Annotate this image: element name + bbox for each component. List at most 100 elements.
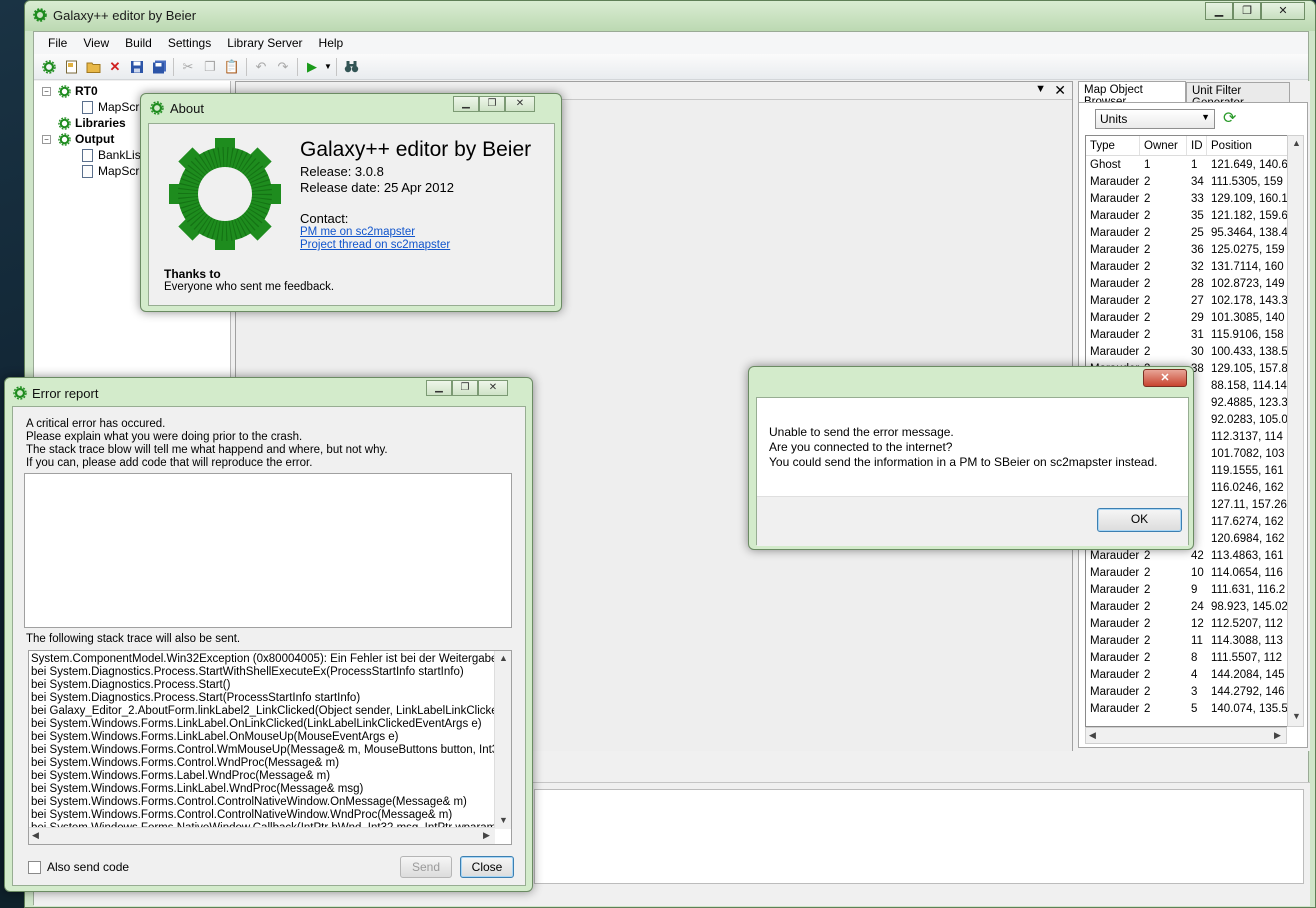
- new-file-icon[interactable]: [60, 56, 82, 78]
- menu-settings[interactable]: Settings: [160, 32, 219, 54]
- run-dropdown-icon[interactable]: ▼: [323, 56, 333, 78]
- project-thread-link[interactable]: Project thread on sc2mapster: [300, 239, 450, 251]
- column-id[interactable]: ID: [1187, 136, 1207, 155]
- tree-node-rt0[interactable]: − RT0: [42, 83, 98, 99]
- error-intro-line: If you can, please add code that will re…: [26, 457, 313, 469]
- cell-position: 120.6984, 162: [1211, 533, 1285, 545]
- cell-position: 115.9106, 158: [1211, 329, 1284, 341]
- menu-view[interactable]: View: [75, 32, 117, 54]
- table-row[interactable]: Marauder 2 34 111.5305, 159: [1086, 174, 1292, 191]
- scroll-right-icon[interactable]: ▶: [483, 830, 490, 841]
- maximize-button[interactable]: ❐: [479, 96, 505, 112]
- table-row[interactable]: Marauder 2 42 113.4863, 161: [1086, 548, 1292, 565]
- menu-library-server[interactable]: Library Server: [219, 32, 310, 54]
- scroll-left-icon[interactable]: ◀: [32, 830, 39, 841]
- table-row[interactable]: Marauder 2 25 95.3464, 138.4: [1086, 225, 1292, 242]
- close-button[interactable]: ✕: [1143, 369, 1187, 387]
- stack-trace-horizontal-scrollbar[interactable]: ◀ ▶: [29, 827, 495, 844]
- gear-icon: [13, 386, 27, 400]
- cell-id: 34: [1191, 176, 1204, 188]
- minimize-button[interactable]: ▁: [453, 96, 479, 112]
- maximize-button[interactable]: ❐: [1233, 2, 1261, 20]
- table-row[interactable]: Marauder 2 31 115.9106, 158: [1086, 327, 1292, 344]
- table-row[interactable]: Marauder 2 32 131.7114, 160: [1086, 259, 1292, 276]
- table-row[interactable]: Marauder 2 36 125.0275, 159: [1086, 242, 1292, 259]
- minimize-button[interactable]: ▁: [426, 380, 452, 396]
- scroll-down-icon[interactable]: ▼: [1292, 711, 1301, 721]
- menu-file[interactable]: File: [40, 32, 75, 54]
- tree-node-output[interactable]: − Output: [42, 131, 114, 147]
- also-send-code-checkbox[interactable]: [28, 860, 41, 874]
- copy-icon[interactable]: ❐: [199, 56, 221, 78]
- table-row[interactable]: Marauder 2 35 121.182, 159.6: [1086, 208, 1292, 225]
- close-dialog-button[interactable]: Close: [460, 856, 514, 878]
- column-type[interactable]: Type: [1086, 136, 1140, 155]
- table-row[interactable]: Ghost 1 1 121.649, 140.6: [1086, 157, 1292, 174]
- scroll-left-icon[interactable]: ◀: [1089, 730, 1096, 741]
- table-row[interactable]: Marauder 2 24 98.923, 145.02: [1086, 599, 1292, 616]
- paste-icon[interactable]: 📋: [221, 56, 243, 78]
- column-position[interactable]: Position: [1207, 136, 1292, 155]
- run-icon[interactable]: ▶: [301, 56, 323, 78]
- menu-help[interactable]: Help: [311, 32, 352, 54]
- document-list-icon[interactable]: ▼: [1035, 83, 1046, 95]
- close-button[interactable]: ✕: [505, 96, 535, 112]
- collapse-icon[interactable]: −: [42, 134, 51, 144]
- table-row[interactable]: Marauder 2 12 112.5207, 112: [1086, 616, 1292, 633]
- table-row[interactable]: Marauder 2 4 144.2084, 145: [1086, 667, 1292, 684]
- table-row[interactable]: Marauder 2 27 102.178, 143.3: [1086, 293, 1292, 310]
- close-button[interactable]: ✕: [478, 380, 508, 396]
- column-owner[interactable]: Owner: [1140, 136, 1187, 155]
- object-type-select[interactable]: Units ▼: [1095, 109, 1215, 129]
- cut-icon[interactable]: ✂: [177, 56, 199, 78]
- table-row[interactable]: Marauder 2 5 140.074, 135.5: [1086, 701, 1292, 717]
- send-button[interactable]: Send: [400, 856, 452, 878]
- table-row[interactable]: Marauder 2 29 101.3085, 140: [1086, 310, 1292, 327]
- scroll-right-icon[interactable]: ▶: [1274, 730, 1281, 741]
- close-button[interactable]: ✕: [1261, 2, 1305, 20]
- stack-trace-vertical-scrollbar[interactable]: ▲ ▼: [494, 651, 511, 829]
- menu-build[interactable]: Build: [117, 32, 160, 54]
- crash-description-input[interactable]: [24, 473, 512, 628]
- open-folder-icon[interactable]: [82, 56, 104, 78]
- table-row[interactable]: Marauder 2 3 144.2792, 146: [1086, 684, 1292, 701]
- undo-icon[interactable]: ↶: [250, 56, 272, 78]
- dialog-caption-buttons: ▁ ❐ ✕: [453, 96, 535, 112]
- document-close-icon[interactable]: ✕: [1054, 82, 1066, 99]
- maximize-button[interactable]: ❐: [452, 380, 478, 396]
- collapse-icon[interactable]: −: [42, 86, 51, 96]
- table-row[interactable]: Marauder 2 28 102.8723, 149: [1086, 276, 1292, 293]
- delete-icon[interactable]: ✕: [104, 56, 126, 78]
- output-textbox[interactable]: [534, 789, 1304, 884]
- table-row[interactable]: Marauder 2 9 111.631, 116.2: [1086, 582, 1292, 599]
- cell-position: 95.3464, 138.4: [1211, 227, 1288, 239]
- redo-icon[interactable]: ↷: [272, 56, 294, 78]
- table-row[interactable]: Marauder 2 11 114.3088, 113: [1086, 633, 1292, 650]
- table-row[interactable]: Marauder 2 8 111.5507, 112: [1086, 650, 1292, 667]
- new-project-icon[interactable]: [38, 56, 60, 78]
- binoculars-icon[interactable]: [340, 56, 362, 78]
- stack-trace-line: bei System.Windows.Forms.Control.Control…: [31, 796, 467, 808]
- also-send-code-option[interactable]: Also send code: [28, 860, 129, 874]
- about-dialog: About ▁ ❐ ✕ Galaxy++ editor by Beier Rel…: [140, 93, 562, 312]
- stack-trace-box[interactable]: System.ComponentModel.Win32Exception (0x…: [28, 650, 512, 845]
- save-all-icon[interactable]: [148, 56, 170, 78]
- save-icon[interactable]: [126, 56, 148, 78]
- main-titlebar[interactable]: Galaxy++ editor by Beier ▁ ❐ ✕: [25, 1, 1315, 31]
- scroll-up-icon[interactable]: ▲: [499, 653, 508, 663]
- ok-button[interactable]: OK: [1097, 508, 1182, 532]
- table-row[interactable]: Marauder 2 33 129.109, 160.1: [1086, 191, 1292, 208]
- unit-list-horizontal-scrollbar[interactable]: ◀ ▶: [1085, 727, 1287, 744]
- tree-node-libraries[interactable]: Libraries: [57, 115, 126, 131]
- pm-link[interactable]: PM me on sc2mapster: [300, 226, 415, 238]
- table-row[interactable]: Marauder 2 30 100.433, 138.5: [1086, 344, 1292, 361]
- scroll-up-icon[interactable]: ▲: [1292, 138, 1301, 148]
- minimize-button[interactable]: ▁: [1205, 2, 1233, 20]
- tab-unit-filter-generator[interactable]: Unit Filter Generator: [1186, 82, 1290, 109]
- tab-map-object-browser[interactable]: Map Object Browser: [1078, 81, 1186, 108]
- error-report-body: A critical error has occured. Please exp…: [12, 406, 526, 886]
- scroll-down-icon[interactable]: ▼: [499, 815, 508, 825]
- table-row[interactable]: Marauder 2 10 114.0654, 116: [1086, 565, 1292, 582]
- refresh-icon[interactable]: ⟳: [1223, 108, 1236, 128]
- unit-list-vertical-scrollbar[interactable]: ▲ ▼: [1287, 135, 1304, 727]
